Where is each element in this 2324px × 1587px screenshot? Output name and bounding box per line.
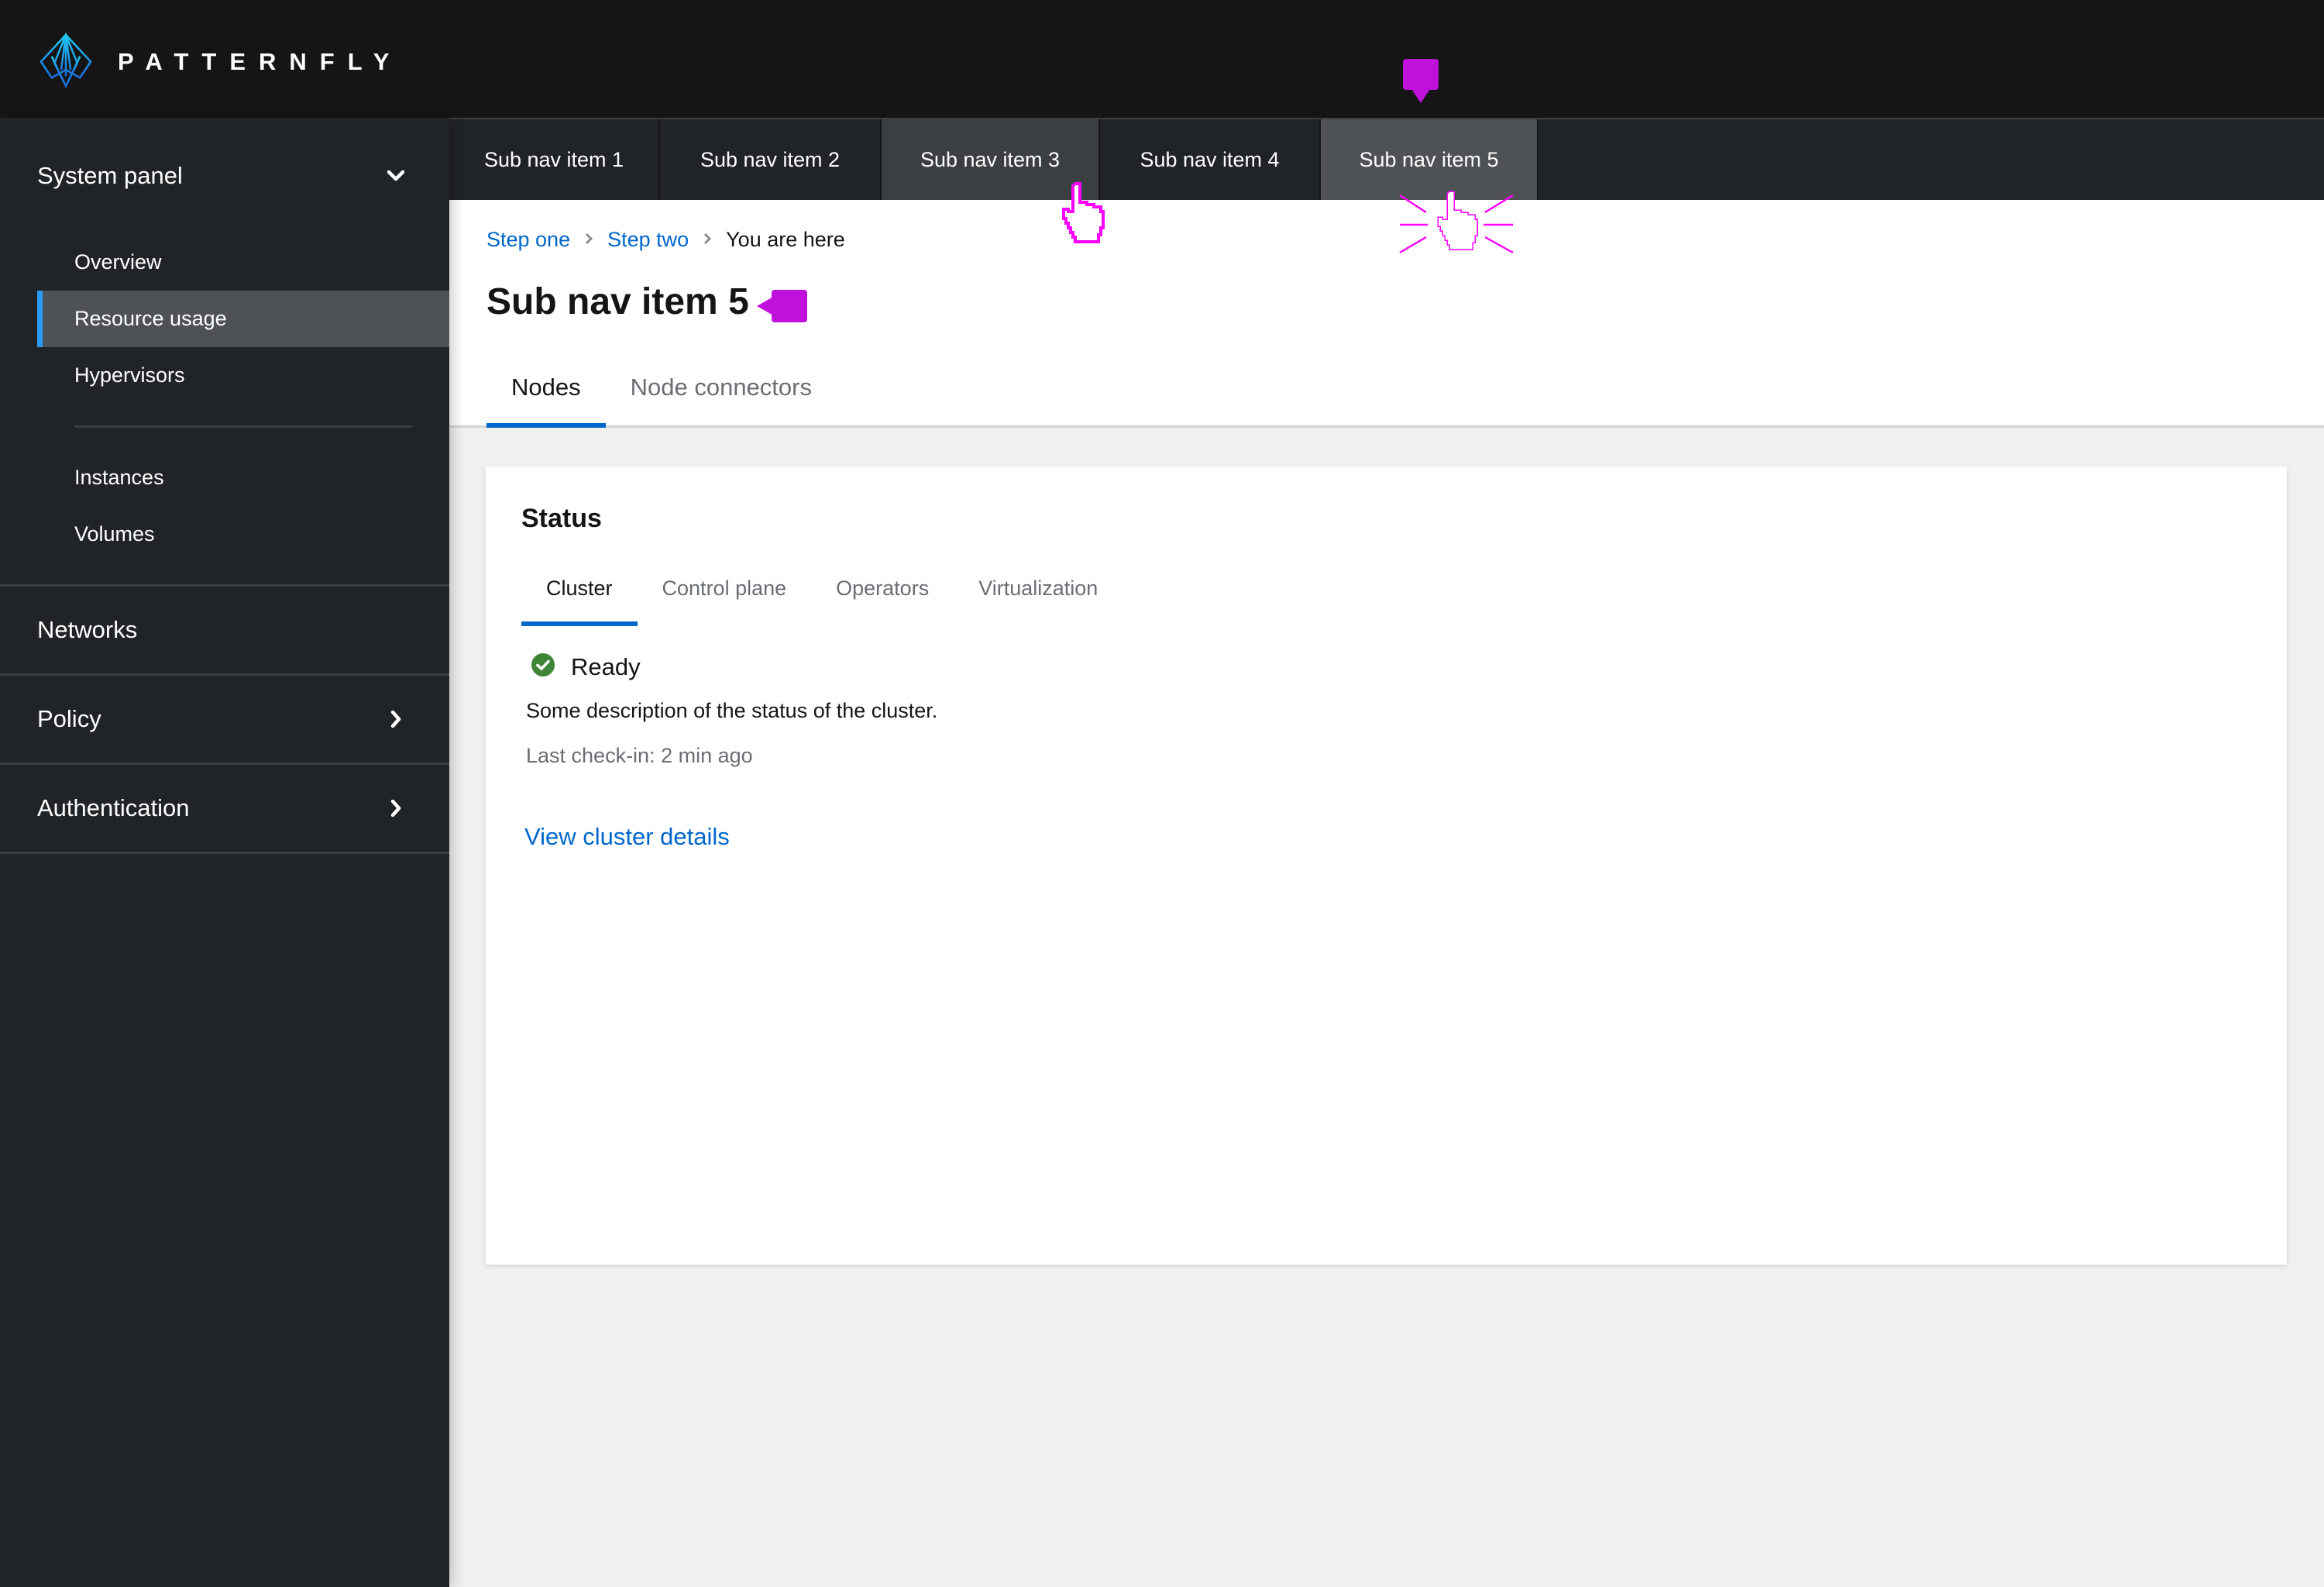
- status-description: Some description of the status of the cl…: [526, 699, 938, 722]
- tab-label: Virtualization: [978, 577, 1098, 600]
- view-cluster-details-link[interactable]: View cluster details: [524, 823, 730, 851]
- sidebar-item-resource-usage[interactable]: Resource usage: [37, 291, 449, 347]
- breadcrumb-separator-icon: [584, 230, 593, 250]
- sidebar-item-label: Instances: [74, 466, 164, 489]
- sidebar-item-instances[interactable]: Instances: [37, 449, 449, 506]
- status-label: Ready: [571, 652, 641, 680]
- system-panel-items: Overview Resource usage Hypervisors Inst…: [0, 234, 449, 584]
- page-tabs: Nodes Node connectors: [486, 369, 837, 428]
- sidebar-item-label: Volumes: [74, 522, 155, 546]
- tab-label: Cluster: [546, 577, 613, 600]
- brand-logo[interactable]: PATTERNFLY: [36, 29, 403, 94]
- patternfly-logo-icon: [36, 29, 96, 94]
- nav-group-networks: Networks: [0, 587, 449, 676]
- subnav-item-label: Sub nav item 2: [700, 147, 841, 171]
- horizontal-subnav: Sub nav item 1 Sub nav item 2 Sub nav it…: [449, 118, 2324, 200]
- breadcrumb-step-two[interactable]: Step two: [607, 228, 689, 252]
- sidebar-item-label: Hypervisors: [74, 363, 185, 387]
- status-indicator: Ready: [531, 652, 641, 681]
- subnav-item-label: Sub nav item 1: [483, 147, 624, 171]
- sidebar-section-system-panel[interactable]: System panel: [0, 118, 449, 234]
- sidebar-item-volumes[interactable]: Volumes: [37, 506, 449, 563]
- annotation-marker-left-icon: [756, 289, 809, 327]
- chevron-right-icon: [387, 800, 404, 817]
- status-card: Status Cluster Control plane Operators V…: [486, 466, 2287, 1265]
- sidebar: System panel Overview Resource usage Hyp…: [0, 118, 449, 1587]
- tab-node-connectors[interactable]: Node connectors: [606, 369, 837, 428]
- breadcrumb-current: You are here: [726, 228, 845, 251]
- tab-operators[interactable]: Operators: [811, 577, 954, 626]
- subnav-item-5[interactable]: Sub nav item 5: [1321, 119, 1538, 200]
- tab-nodes[interactable]: Nodes: [486, 369, 606, 428]
- hand-cursor-icon: [1057, 181, 1108, 250]
- nav-group-system-panel: System panel Overview Resource usage Hyp…: [0, 118, 449, 587]
- chevron-down-icon: [387, 167, 404, 184]
- subnav-item-1[interactable]: Sub nav item 1: [449, 119, 660, 200]
- sidebar-section-networks[interactable]: Networks: [0, 587, 449, 673]
- tab-label: Control plane: [662, 577, 787, 600]
- sidebar-item-label: Resource usage: [74, 307, 227, 330]
- sidebar-section-policy[interactable]: Policy: [0, 676, 449, 763]
- tab-control-plane[interactable]: Control plane: [638, 577, 812, 626]
- check-circle-icon: [531, 652, 555, 681]
- subnav-item-2[interactable]: Sub nav item 2: [660, 119, 882, 200]
- breadcrumb-separator-icon: [703, 230, 712, 250]
- subnav-item-label: Sub nav item 5: [1359, 147, 1499, 171]
- card-title: Status: [521, 504, 602, 533]
- sidebar-section-label: System panel: [37, 162, 183, 189]
- masthead: PATTERNFLY: [0, 0, 2324, 118]
- subnav-item-label: Sub nav item 3: [920, 147, 1061, 171]
- tab-virtualization[interactable]: Virtualization: [954, 577, 1122, 626]
- sidebar-divider: [74, 425, 412, 428]
- page-header: Step one Step two You are here Sub nav i…: [449, 200, 2324, 428]
- subnav-item-4[interactable]: Sub nav item 4: [1100, 119, 1321, 200]
- sidebar-section-label: Networks: [37, 616, 138, 643]
- tab-label: Node connectors: [630, 374, 812, 401]
- page-title: Sub nav item 5: [486, 281, 749, 322]
- sidebar-item-hypervisors[interactable]: Hypervisors: [37, 347, 449, 404]
- breadcrumb-step-one[interactable]: Step one: [486, 228, 570, 252]
- click-cursor-icon: [1398, 189, 1514, 260]
- sidebar-section-label: Authentication: [37, 794, 190, 821]
- tab-label: Operators: [836, 577, 930, 600]
- brand-name: PATTERNFLY: [118, 47, 403, 75]
- sidebar-section-authentication[interactable]: Authentication: [0, 765, 449, 852]
- nav-group-authentication: Authentication: [0, 765, 449, 854]
- annotation-marker-down-icon: [1402, 58, 1439, 108]
- sidebar-item-overview[interactable]: Overview: [37, 234, 449, 291]
- sidebar-item-label: Overview: [74, 250, 162, 274]
- tab-cluster[interactable]: Cluster: [521, 577, 638, 626]
- last-checkin: Last check-in: 2 min ago: [526, 744, 753, 767]
- sidebar-section-label: Policy: [37, 705, 101, 732]
- nav-group-policy: Policy: [0, 676, 449, 765]
- subnav-item-label: Sub nav item 4: [1140, 147, 1280, 171]
- chevron-right-icon: [387, 711, 404, 728]
- status-tabs: Cluster Control plane Operators Virtuali…: [521, 577, 1122, 626]
- breadcrumb: Step one Step two You are here: [486, 228, 845, 252]
- tab-label: Nodes: [511, 374, 581, 401]
